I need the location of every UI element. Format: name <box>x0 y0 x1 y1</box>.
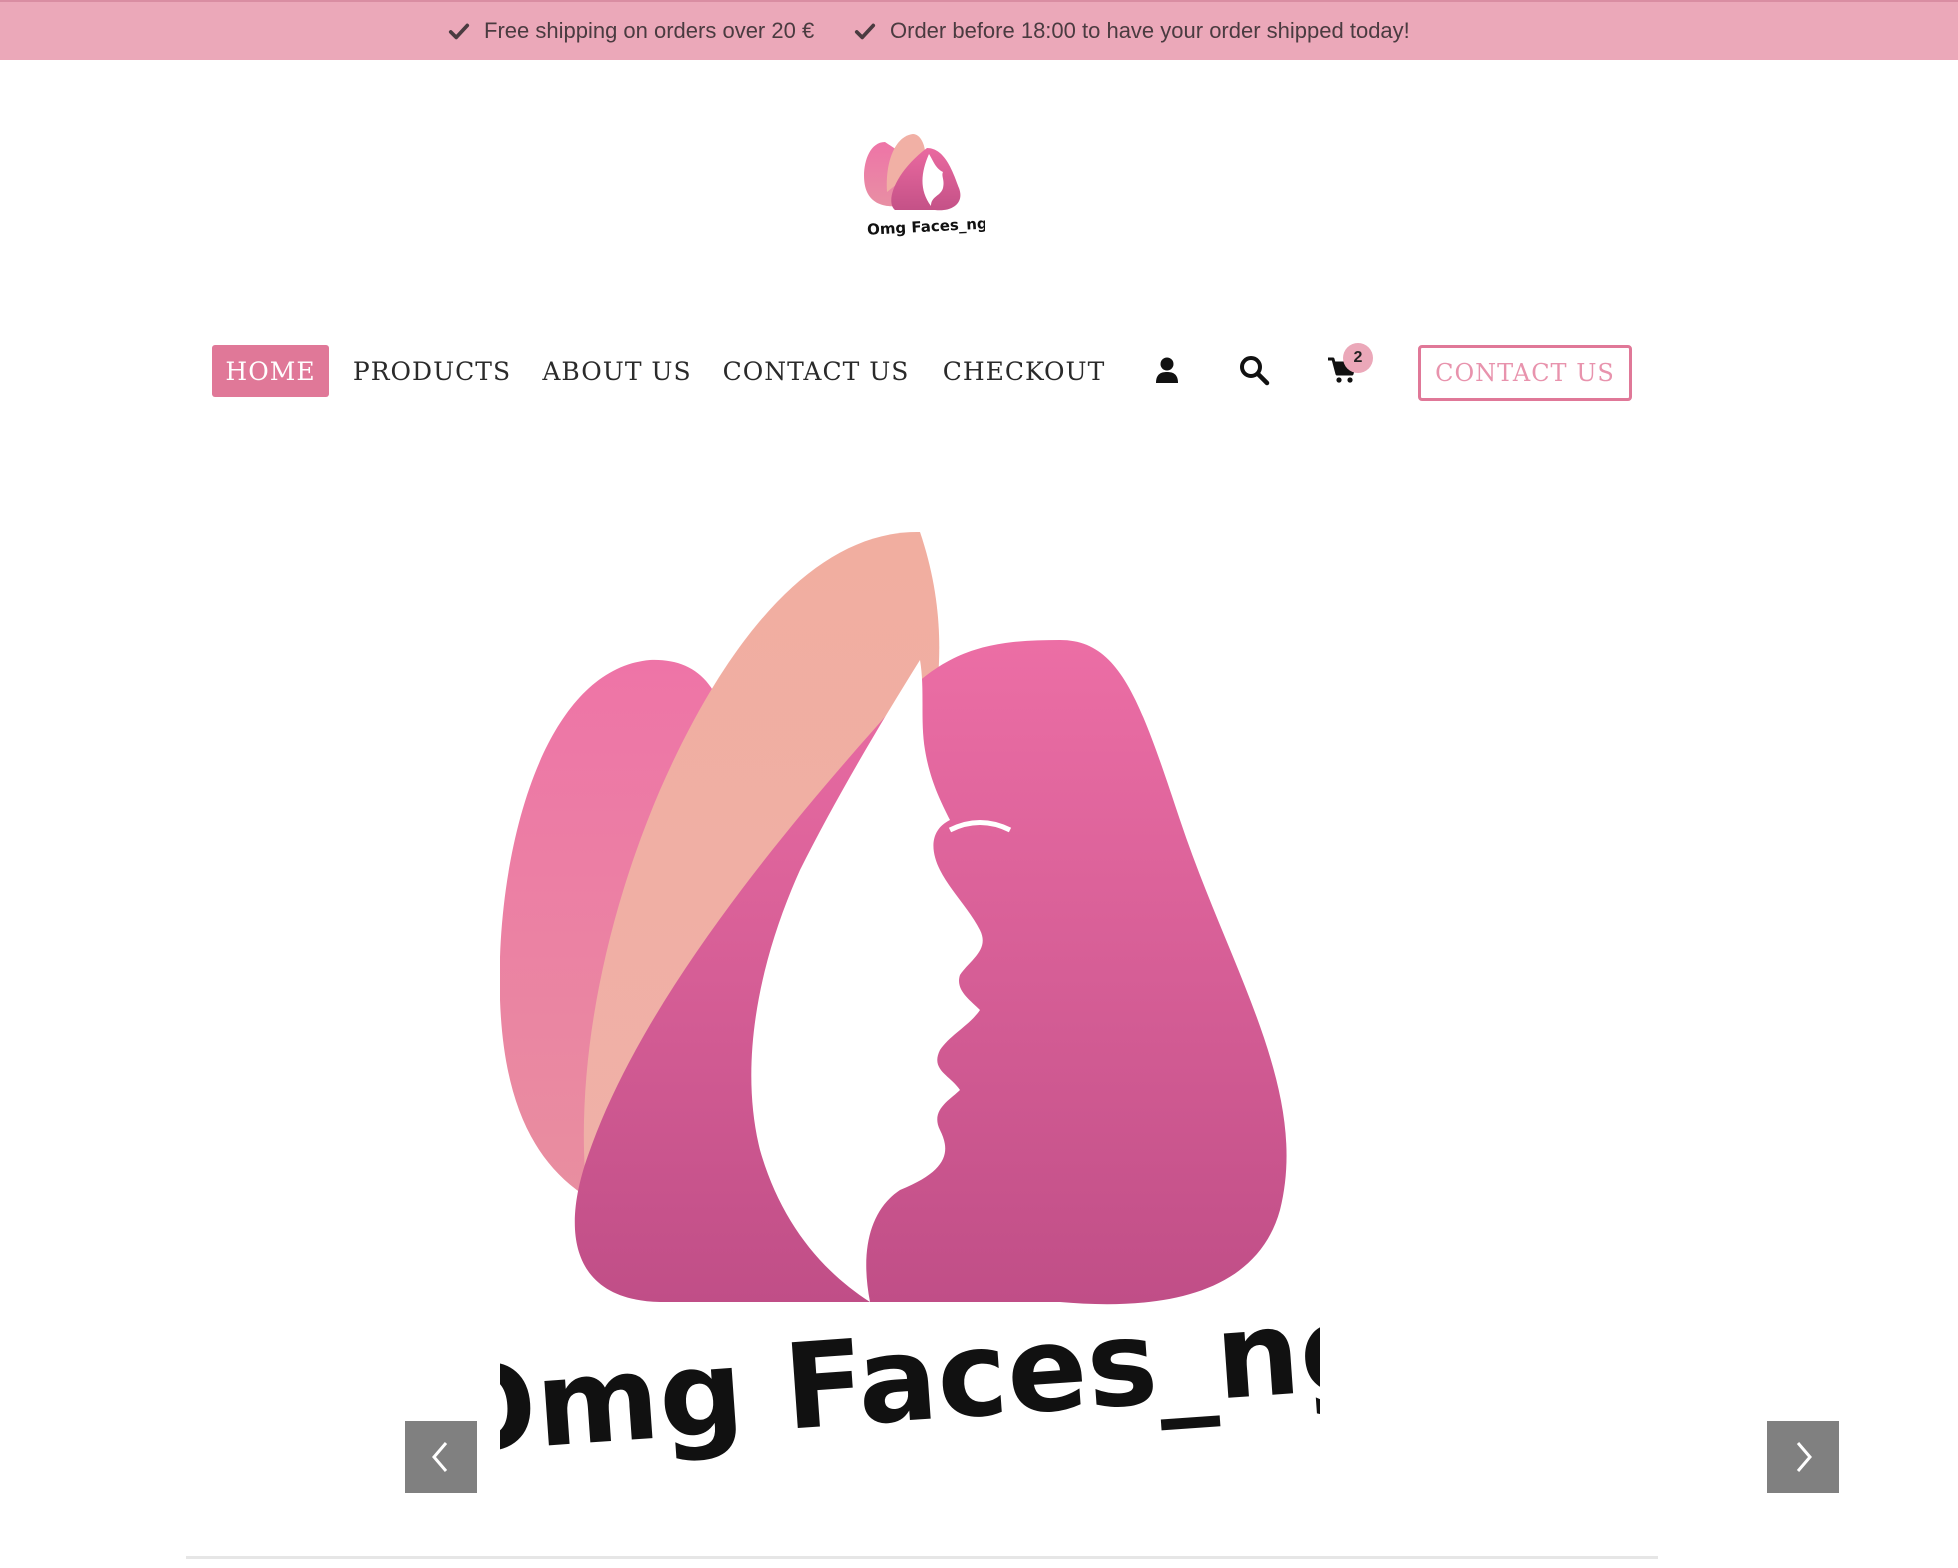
order-time-notice: Order before 18:00 to have your order sh… <box>854 18 1410 44</box>
cart-count-badge: 2 <box>1343 343 1373 373</box>
svg-text:Omg Faces_ng: Omg Faces_ng <box>500 1277 1320 1480</box>
hero-logo-image: Omg Faces_ng <box>500 531 1320 1480</box>
user-icon[interactable] <box>1151 354 1183 386</box>
hero-logo-wordmark: Omg Faces_ng <box>500 1272 1320 1480</box>
announcement-bar: Free shipping on orders over 20 € Order … <box>0 0 1958 60</box>
slider-next-button[interactable] <box>1767 1421 1839 1493</box>
check-icon <box>854 23 876 40</box>
nav-about-us[interactable]: ABOUT US <box>542 345 690 397</box>
nav-checkout[interactable]: CHECKOUT <box>943 345 1105 397</box>
search-icon[interactable] <box>1238 354 1270 386</box>
slider-prev-button[interactable] <box>405 1421 477 1493</box>
nav-home[interactable]: HOME <box>212 345 329 397</box>
order-time-notice-text: Order before 18:00 to have your order sh… <box>890 18 1410 43</box>
shipping-notice: Free shipping on orders over 20 € <box>448 18 814 44</box>
logo-mark-icon: Omg Faces_ng <box>864 134 988 239</box>
hero-slider: Omg Faces_ng <box>200 480 1839 1493</box>
shipping-notice-text: Free shipping on orders over 20 € <box>484 18 815 43</box>
check-icon <box>448 23 470 40</box>
svg-text:Omg Faces_ng: Omg Faces_ng <box>867 214 985 238</box>
chevron-right-icon <box>1796 1442 1812 1472</box>
main-navigation: HOME PRODUCTS ABOUT US CONTACT US CHECKO… <box>0 340 1958 410</box>
nav-contact-us[interactable]: CONTACT US <box>722 345 910 397</box>
site-logo[interactable]: Omg Faces_ng <box>855 132 988 240</box>
section-divider <box>186 1556 1658 1559</box>
chevron-left-icon <box>432 1442 448 1472</box>
nav-products[interactable]: PRODUCTS <box>352 345 512 397</box>
contact-us-button[interactable]: CONTACT US <box>1418 345 1632 401</box>
